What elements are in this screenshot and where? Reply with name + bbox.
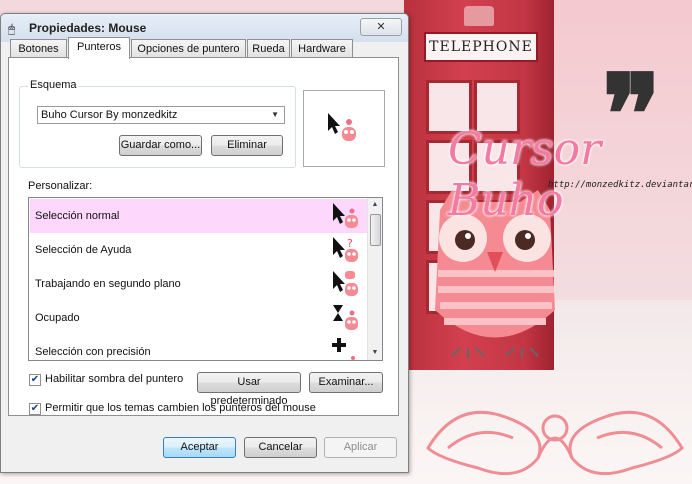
scroll-thumb[interactable] xyxy=(370,214,381,246)
use-default-button[interactable]: Usar predeterminado xyxy=(197,372,301,407)
list-item-seleccion-normal[interactable]: Selección normal xyxy=(30,199,367,233)
help-owl-icon: ? xyxy=(333,237,358,262)
mouse-icon: 🖱 xyxy=(8,22,16,36)
close-button[interactable]: ✕ xyxy=(360,18,402,36)
svg-text:?: ? xyxy=(347,237,353,250)
chevron-down-icon: ▼ xyxy=(271,110,279,119)
arrow-owl-icon xyxy=(328,113,356,141)
delete-button[interactable]: Eliminar xyxy=(211,135,283,156)
wallpaper-title: Cursor Buho xyxy=(448,124,602,226)
cursor-preview xyxy=(303,90,385,167)
list-scrollbar[interactable]: ▲ ▼ xyxy=(367,198,382,360)
ok-button[interactable]: Aceptar xyxy=(163,437,236,458)
list-item-trabajando[interactable]: Trabajando en segundo plano xyxy=(30,267,367,301)
telephone-sign: TELEPHONE xyxy=(424,32,538,62)
shadow-checkbox[interactable]: ✔ xyxy=(29,374,41,386)
list-item-label: Selección normal xyxy=(35,210,120,222)
list-item-label: Ocupado xyxy=(35,312,80,324)
crown-emblem xyxy=(464,6,494,26)
tab-botones[interactable]: Botones xyxy=(10,39,67,57)
browse-button[interactable]: Examinar... xyxy=(309,372,383,393)
window-title: Propiedades: Mouse xyxy=(29,21,147,35)
arrow-owl-icon xyxy=(333,203,358,228)
scroll-down-icon[interactable]: ▼ xyxy=(369,347,381,359)
shadow-label: Habilitar sombra del puntero xyxy=(45,373,184,385)
scheme-group-label: Esquema xyxy=(28,79,79,91)
cancel-button[interactable]: Cancelar xyxy=(244,437,317,458)
wallpaper-url: http://monzedkitz.deviantart.com/ xyxy=(548,180,692,190)
tab-rueda[interactable]: Rueda xyxy=(247,39,290,57)
list-item-label: Selección de Ayuda xyxy=(35,244,132,256)
scheme-select[interactable]: Buho Cursor By monzedkitz ▼ xyxy=(37,106,285,124)
list-item-seleccion-de-ayuda[interactable]: Selección de Ayuda ? xyxy=(30,233,367,267)
tab-hardware[interactable]: Hardware xyxy=(291,39,353,57)
list-item-label: Trabajando en segundo plano xyxy=(35,278,181,290)
crosshair-owl-icon xyxy=(332,338,355,360)
list-item-ocupado[interactable]: Ocupado xyxy=(30,301,367,335)
hourglass-owl-icon xyxy=(333,305,358,330)
apply-button[interactable]: Aplicar xyxy=(324,437,397,458)
customize-label: Personalizar: xyxy=(28,180,93,192)
tab-punteros[interactable]: Punteros xyxy=(68,37,130,59)
list-item-label: Selección con precisión xyxy=(35,346,151,358)
themes-label: Permitir que los temas cambien los punte… xyxy=(45,402,316,414)
themes-checkbox[interactable]: ✔ xyxy=(29,403,41,415)
list-item-seleccion-con-precision[interactable]: Selección con precisión xyxy=(30,335,367,360)
tab-opciones-de-puntero[interactable]: Opciones de puntero xyxy=(131,39,246,57)
lace-ornament xyxy=(426,410,684,476)
title-bar[interactable]: 🖱 Propiedades: Mouse ✕ xyxy=(1,14,408,42)
scheme-select-value: Buho Cursor By monzedkitz xyxy=(41,109,178,121)
save-as-button[interactable]: Guardar como... xyxy=(119,135,202,156)
scroll-up-icon[interactable]: ▲ xyxy=(369,199,381,211)
cursor-list[interactable]: Selección normal Selección de Ayuda ? Tr… xyxy=(28,197,383,361)
working-owl-icon xyxy=(333,271,358,296)
